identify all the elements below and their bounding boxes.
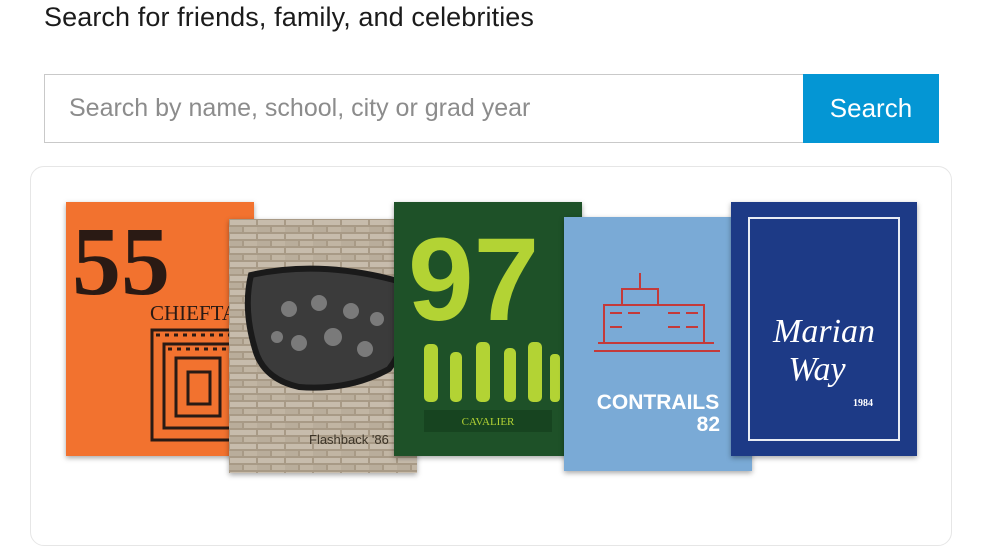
yearbook-cover-1955-chieftain[interactable]: 55 CHIEFTAIN	[66, 202, 254, 456]
cover-title-cavalier: CAVALIER	[462, 416, 515, 428]
cover-year-82: 82	[697, 413, 720, 436]
yearbook-cover-1997-cavalier[interactable]: 97 CAVALIER	[394, 202, 582, 456]
cover-year-1984: 1984	[853, 398, 873, 409]
cover-title-marian: Marian	[772, 313, 875, 350]
cover-title-flashback: Flashback '86	[309, 432, 389, 447]
page-heading: Search for friends, family, and celebrit…	[44, 2, 535, 32]
cover-title-97: 97	[408, 214, 539, 346]
cover-title-contrails: CONTRAILS	[597, 391, 720, 414]
cover-title-way: Way	[788, 351, 846, 388]
search-bar: Search	[44, 74, 939, 143]
yearbook-cover-marian-way-1984[interactable]: Marian Way 1984	[731, 202, 917, 456]
yearbook-cover-flashback-86[interactable]: Flashback '86	[229, 219, 417, 473]
search-button[interactable]: Search	[803, 74, 939, 143]
search-input[interactable]	[44, 74, 803, 143]
yearbook-cover-contrails-82[interactable]: CONTRAILS 82	[564, 217, 752, 471]
sunglasses-lens-photo	[244, 265, 410, 391]
cover-title-55: 55	[72, 208, 170, 316]
